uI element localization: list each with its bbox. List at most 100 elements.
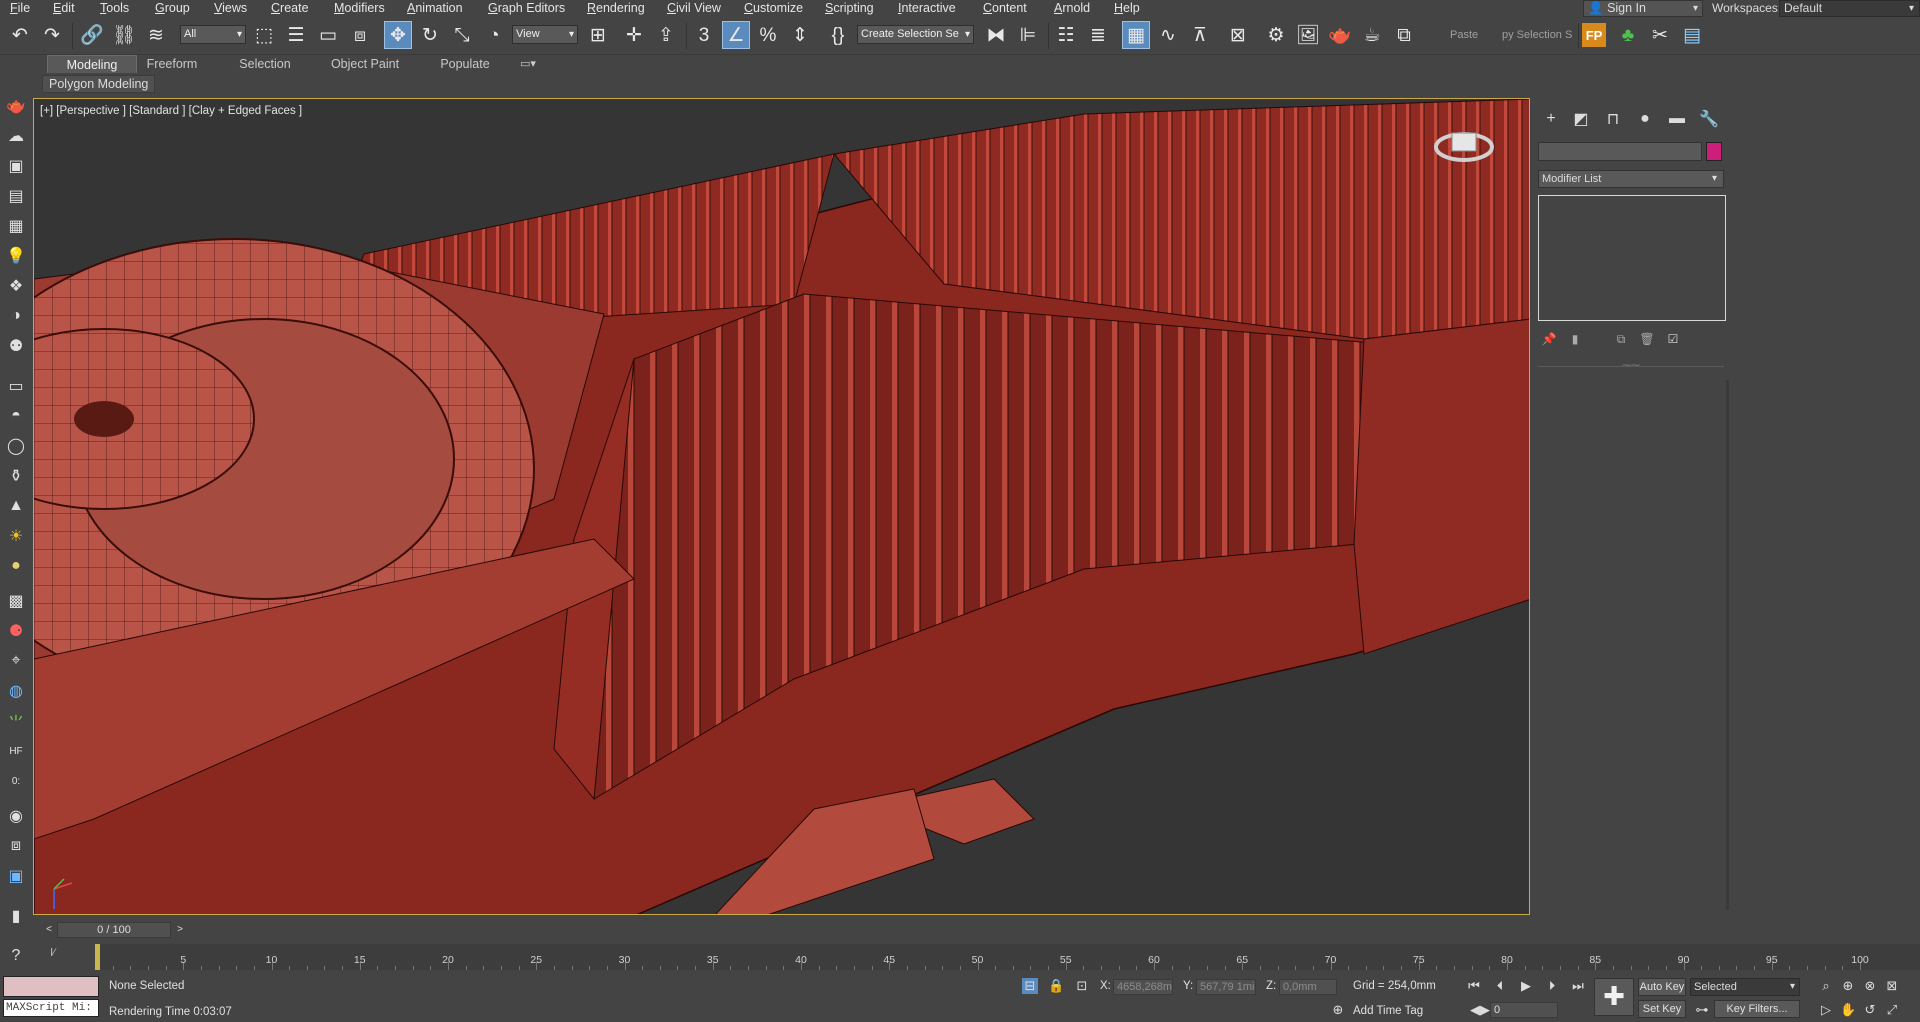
percent-snap-icon[interactable]: % xyxy=(754,21,782,49)
camera-icon[interactable]: ⌖ xyxy=(4,650,28,672)
menu-edit[interactable]: Edit xyxy=(49,0,79,17)
current-frame-field[interactable]: 0 xyxy=(1490,1002,1558,1018)
add-time-tag-button[interactable]: Add Time Tag xyxy=(1353,1005,1423,1017)
script-icon[interactable]: ▮ xyxy=(4,905,28,927)
keyboard-shortcut-icon[interactable]: ⇪ xyxy=(652,21,680,49)
ribbon-toggle-icon[interactable]: ▦ xyxy=(1122,21,1150,49)
bulb-icon[interactable]: 💡 xyxy=(4,245,28,267)
isolate-selection-icon[interactable]: ⊟ xyxy=(1022,978,1038,994)
modify-tab-icon[interactable]: ◩ xyxy=(1568,108,1594,130)
render-sphere-icon[interactable]: ◉ xyxy=(4,805,28,827)
cone-icon[interactable]: ▲ xyxy=(4,495,28,517)
menu-tools[interactable]: Tools xyxy=(96,0,133,17)
display-tab-icon[interactable]: ▬ xyxy=(1664,108,1690,130)
go-to-end-icon[interactable]: ⏭ xyxy=(1570,978,1586,994)
paste-label[interactable]: Paste xyxy=(1450,29,1478,41)
grid-plane-icon[interactable]: ▩ xyxy=(4,590,28,612)
time-tag-icon[interactable]: ⊕ xyxy=(1330,1002,1346,1018)
curve-editor-icon[interactable]: ∿ xyxy=(1154,21,1182,49)
selection-filter-select[interactable]: All xyxy=(180,25,246,44)
key-mode-icon[interactable]: ◀▶ xyxy=(1470,1002,1490,1018)
object-color-swatch[interactable] xyxy=(1706,142,1722,161)
menu-views[interactable]: Views xyxy=(210,0,251,17)
auto-key-button[interactable]: Auto Key xyxy=(1638,978,1686,996)
render-iterative-icon[interactable]: ☕ xyxy=(1358,21,1386,49)
viewport-config-icon[interactable]: ▣ xyxy=(4,865,28,887)
spinner-snap-icon[interactable]: ⇕ xyxy=(786,21,814,49)
play-icon[interactable]: ▶ xyxy=(1518,978,1534,994)
grass-icon[interactable]: ⺌ xyxy=(4,710,28,732)
motion-tab-icon[interactable]: ● xyxy=(1632,108,1658,130)
tab-freeform[interactable]: Freeform xyxy=(137,55,207,73)
zoom-icon[interactable]: ⌕ xyxy=(1818,978,1834,994)
tab-modeling[interactable]: Modeling xyxy=(47,55,137,73)
zoom-extents-icon[interactable]: ⊗ xyxy=(1862,978,1878,994)
pin-stack-icon[interactable]: 📌 xyxy=(1540,330,1558,348)
window-crossing-icon[interactable]: ⧈ xyxy=(346,21,374,49)
particles-icon[interactable]: ⚈ xyxy=(4,620,28,642)
shapes-icon[interactable]: ☁ xyxy=(4,125,28,147)
sphere-icon[interactable]: ◯ xyxy=(4,435,28,457)
rendered-frame-icon[interactable]: 🖼 xyxy=(1294,21,1322,49)
time-slider[interactable]: < 0 / 100 > xyxy=(40,920,1920,940)
viewport-label[interactable]: [+] [Perspective ] [Standard ] [Clay + E… xyxy=(40,105,302,117)
unlink-icon[interactable]: ⛓ xyxy=(110,21,138,49)
select-by-name-icon[interactable]: ☰ xyxy=(282,21,310,49)
set-key-button[interactable]: Set Key xyxy=(1638,1000,1686,1018)
menu-create[interactable]: Create xyxy=(267,0,313,17)
redo-icon[interactable]: ↷ xyxy=(38,21,66,49)
tab-populate[interactable]: Populate xyxy=(430,55,500,73)
menu-customize[interactable]: Customize xyxy=(740,0,807,17)
mirror-icon[interactable]: ⧓ xyxy=(982,21,1010,49)
zoom-all-icon[interactable]: ⊕ xyxy=(1840,978,1856,994)
teapot-create-icon[interactable]: ⚱ xyxy=(4,465,28,487)
render-production-icon[interactable]: 🫖 xyxy=(1326,21,1354,49)
trackbar-toggle-icon[interactable]: Ⅰ∕ xyxy=(50,946,55,959)
create-tab-icon[interactable]: + xyxy=(1538,108,1564,130)
uvw-icon[interactable]: ⧈ xyxy=(4,835,28,857)
configure-modifier-sets-icon[interactable]: ☑ xyxy=(1664,330,1682,348)
pivot-center-icon[interactable]: ⊞ xyxy=(584,21,612,49)
menu-animation[interactable]: Animation xyxy=(403,0,467,17)
copy-selection-label[interactable]: py Selection S xyxy=(1502,29,1572,41)
zoom-extents-all-icon[interactable]: ⊠ xyxy=(1884,978,1900,994)
next-frame-icon[interactable]: ⏵ xyxy=(1544,978,1560,994)
teapot-icon[interactable]: 🫖 xyxy=(4,95,28,117)
field-of-view-icon[interactable]: ▷ xyxy=(1818,1002,1834,1018)
disc-icon[interactable]: ● xyxy=(4,555,28,577)
edit-named-sets-icon[interactable]: {} xyxy=(824,21,852,49)
menu-civil-view[interactable]: Civil View xyxy=(663,0,725,17)
selection-lock-icon[interactable]: 🔒 xyxy=(1048,978,1064,994)
layer-explorer-icon[interactable]: ☷ xyxy=(1052,21,1080,49)
remove-modifier-icon[interactable]: 🗑 xyxy=(1638,330,1656,348)
playhead[interactable] xyxy=(95,944,100,970)
angle-snap-icon[interactable]: ∠ xyxy=(722,21,750,49)
named-selection-select[interactable]: Create Selection Se xyxy=(857,25,974,44)
menu-modifiers[interactable]: Modifiers xyxy=(330,0,389,17)
layers-stack-icon[interactable]: ▤ xyxy=(4,185,28,207)
undo-icon[interactable]: ↶ xyxy=(6,21,34,49)
menu-group[interactable]: Group xyxy=(151,0,194,17)
frame-counter[interactable]: 0 / 100 xyxy=(57,922,171,938)
select-manipulate-icon[interactable]: ✛ xyxy=(620,21,648,49)
railclone-icon[interactable]: ♣ xyxy=(1614,21,1642,49)
workspace-select[interactable]: Default ▾ xyxy=(1779,0,1920,17)
go-to-start-icon[interactable]: ⏮ xyxy=(1466,978,1482,994)
menu-interactive[interactable]: Interactive xyxy=(894,0,960,17)
menu-scripting[interactable]: Scripting xyxy=(821,0,878,17)
arnold-render-icon[interactable]: ⧉ xyxy=(1390,21,1418,49)
align-icon[interactable]: ⊫ xyxy=(1014,21,1042,49)
move-icon[interactable]: ✥ xyxy=(384,21,412,49)
sun-icon[interactable]: ☀ xyxy=(4,525,28,547)
menu-arnold[interactable]: Arnold xyxy=(1050,0,1094,17)
absolute-mode-icon[interactable]: ⊡ xyxy=(1074,978,1090,994)
command-panel-scrollbar[interactable] xyxy=(1726,380,1729,910)
table-icon[interactable]: ▤ xyxy=(1678,21,1706,49)
schematic-view-icon[interactable]: ⊼ xyxy=(1186,21,1214,49)
tab-object-paint[interactable]: Object Paint xyxy=(320,55,410,73)
render-setup-icon[interactable]: ⚙ xyxy=(1262,21,1290,49)
dome-icon[interactable]: ◓ xyxy=(4,405,28,427)
bind-space-warp-icon[interactable]: ≋ xyxy=(142,21,170,49)
object-name-field[interactable] xyxy=(1538,142,1702,161)
y-coordinate-field[interactable]: 567,79 1mi xyxy=(1196,979,1256,995)
